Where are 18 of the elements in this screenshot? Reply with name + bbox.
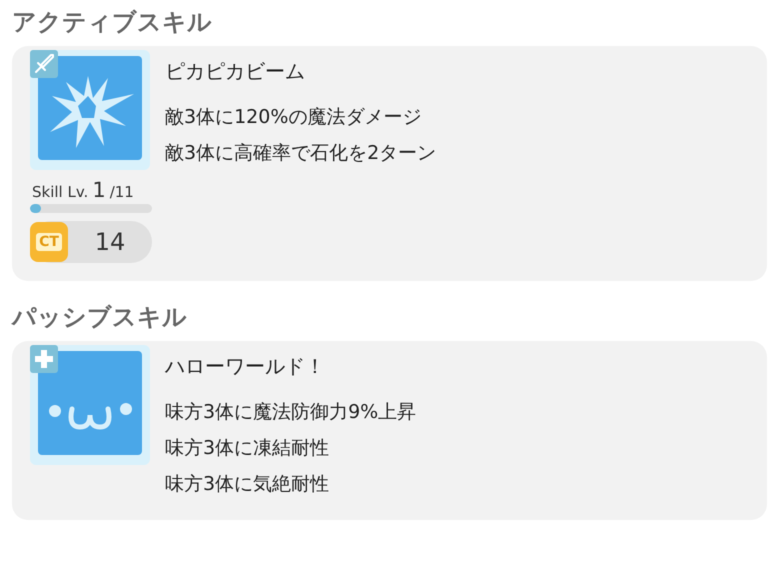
- effect-text: 敵3体に高確率で石化を2ターン: [165, 141, 436, 166]
- skill-name: ピカピカビーム: [165, 58, 306, 85]
- effect-text: 味方3体に凍結耐性: [165, 436, 330, 461]
- cooldown-badge: CT: [30, 222, 68, 262]
- plus-icon: [30, 345, 58, 373]
- section-heading: パッシブスキル: [12, 303, 187, 331]
- face-icon: [38, 351, 142, 455]
- effect-text: 味方3体に気絶耐性: [165, 472, 330, 497]
- skill-name: ハローワールド！: [165, 353, 326, 380]
- sword-icon: [30, 50, 58, 78]
- section-heading: アクティブスキル: [12, 8, 212, 36]
- skill-level-max: /11: [110, 183, 134, 201]
- effect-text: 味方3体に魔法防御力9%上昇: [165, 400, 416, 425]
- skill-level-value: 1: [92, 178, 106, 202]
- effect-text: 敵3体に120%の魔法ダメージ: [165, 105, 422, 130]
- skill-level-label: Skill Lv.: [32, 183, 88, 201]
- cooldown-value: 14: [94, 228, 126, 256]
- burst-icon: [38, 56, 142, 160]
